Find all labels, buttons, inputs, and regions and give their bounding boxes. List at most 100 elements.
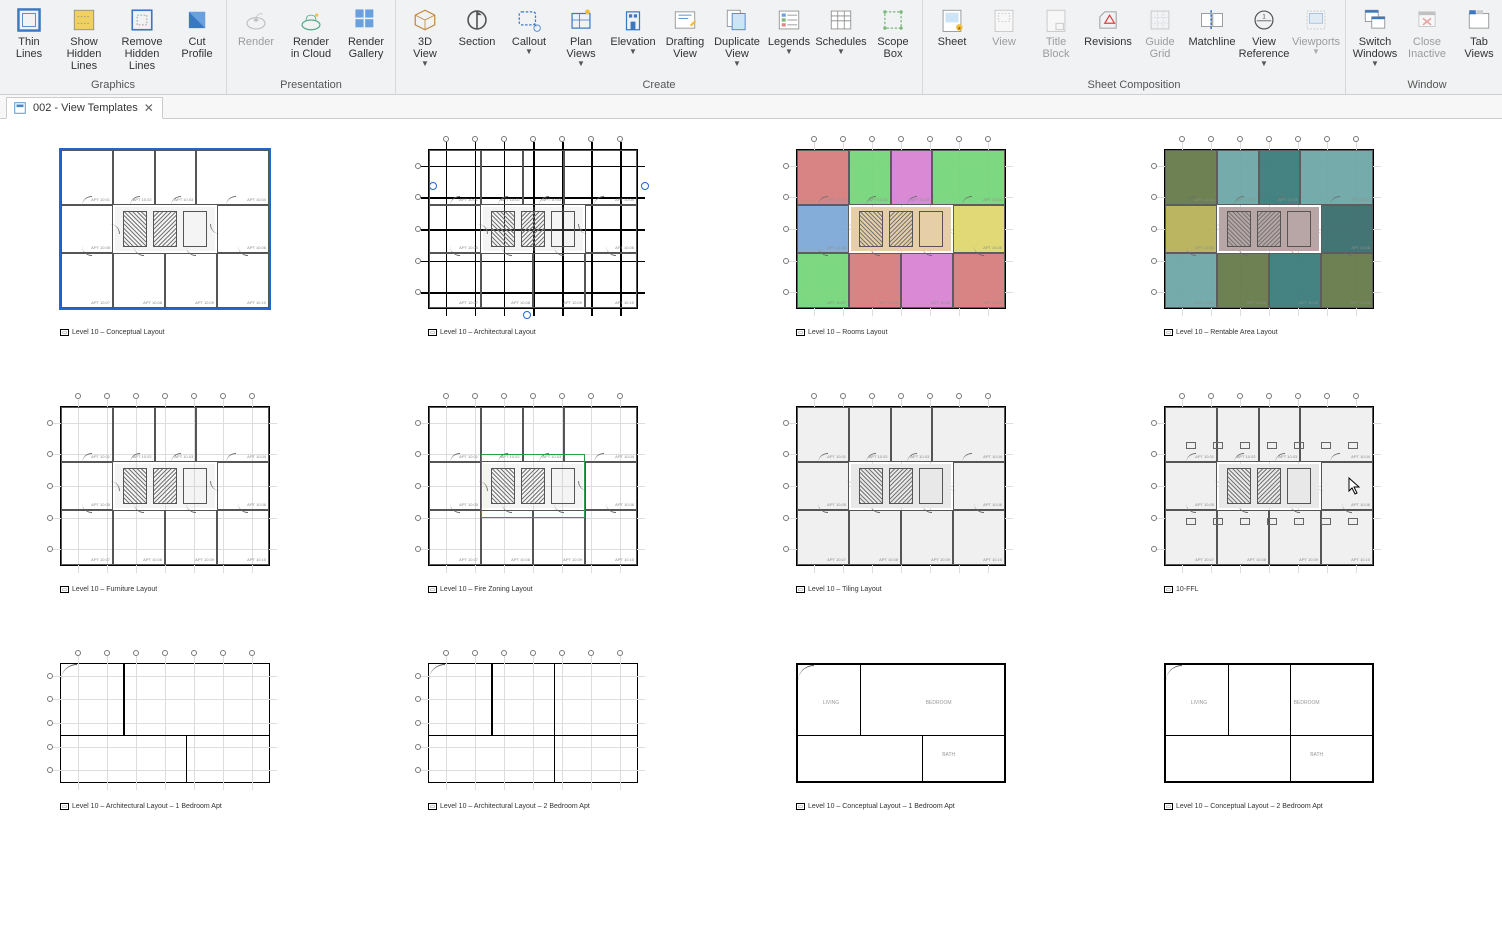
unit-label: APT 10.06 — [983, 245, 1002, 250]
thin-lines-button[interactable]: Thin Lines — [4, 2, 54, 64]
unit-room: APT 10.03 — [1259, 407, 1301, 462]
view-tab-bar: 002 - View Templates ✕ — [0, 95, 1502, 119]
switch-windows-label: Switch Windows — [1353, 36, 1398, 60]
unit-label: APT 10.08 — [879, 557, 898, 562]
elevation-button[interactable]: Elevation▼ — [608, 2, 658, 59]
unit-room: APT 10.04 — [1300, 150, 1373, 205]
unit-label: APT 10.04 — [983, 197, 1002, 202]
view-title: ▭Level 10 – Conceptual Layout – 2 Bedroo… — [1164, 803, 1442, 810]
view-title-text: Level 10 – Conceptual Layout – 2 Bedroom… — [1176, 803, 1323, 810]
render-cloud-button[interactable]: Render in Cloud — [283, 2, 339, 64]
section-button[interactable]: Section — [452, 2, 502, 52]
sheet-viewport[interactable]: APT 10.01APT 10.02APT 10.03APT 10.04APT … — [796, 406, 1074, 593]
plan-views-button[interactable]: Plan Views▼ — [556, 2, 606, 71]
unit-label: APT 10.10 — [247, 300, 266, 305]
floor-plan-view[interactable]: APT 10.01APT 10.02APT 10.03APT 10.04APT … — [428, 406, 638, 566]
floor-plan-view[interactable]: APT 10.01APT 10.02APT 10.03APT 10.04APT … — [428, 149, 638, 309]
tab-close-icon[interactable]: ✕ — [144, 101, 154, 115]
viewports-button: Viewports▼ — [1291, 2, 1341, 59]
dropdown-arrow-icon: ▼ — [1260, 61, 1268, 67]
cut-profile-icon — [183, 6, 211, 34]
render-cloud-icon — [297, 6, 325, 34]
sheet-viewport[interactable]: APT 10.01APT 10.02APT 10.03APT 10.04APT … — [60, 149, 338, 336]
sheet-viewport[interactable]: APT 10.01APT 10.02APT 10.03APT 10.04APT … — [1164, 406, 1442, 593]
unit-room: APT 10.04 — [1300, 407, 1373, 462]
scope-box-button[interactable]: Scope Box — [868, 2, 918, 64]
unit-label: APT 10.04 — [1351, 197, 1370, 202]
view-title-text: Level 10 – Rentable Area Layout — [1176, 329, 1278, 336]
sheet-viewport[interactable]: APT 10.01APT 10.02APT 10.03APT 10.04APT … — [428, 149, 706, 336]
floor-plan-view[interactable]: APT 10.01APT 10.02APT 10.03APT 10.04APT … — [796, 406, 1006, 566]
dropdown-arrow-icon: ▼ — [785, 49, 793, 55]
unit-room: APT 10.01 — [1165, 407, 1217, 462]
thin-lines-icon — [15, 6, 43, 34]
sheet-canvas[interactable]: APT 10.01APT 10.02APT 10.03APT 10.04APT … — [0, 119, 1502, 950]
matchline-button[interactable]: Matchline — [1187, 2, 1237, 52]
render-gallery-button[interactable]: Render Gallery — [341, 2, 391, 64]
title-block-button: Title Block — [1031, 2, 1081, 64]
unit-room: APT 10.09 — [533, 510, 585, 565]
sheet-viewport[interactable]: APT 10.01APT 10.02APT 10.03APT 10.04APT … — [796, 149, 1074, 336]
scope-box-label: Scope Box — [877, 36, 908, 60]
callout-button[interactable]: Callout▼ — [504, 2, 554, 59]
unit-room: APT 10.08 — [113, 510, 165, 565]
floor-plan-view[interactable]: APT 10.01APT 10.02APT 10.03APT 10.04APT … — [60, 149, 270, 309]
unit-room: APT 10.03 — [155, 150, 197, 205]
unit-room: APT 10.02 — [1217, 407, 1259, 462]
floor-plan-view[interactable] — [428, 663, 638, 783]
floor-plan-view[interactable]: APT 10.01APT 10.02APT 10.03APT 10.04APT … — [60, 406, 270, 566]
unit-label: APT 10.09 — [563, 557, 582, 562]
unit-room: APT 10.09 — [165, 510, 217, 565]
3d-view-button[interactable]: 3D View▼ — [400, 2, 450, 71]
floor-plan-view[interactable]: APT 10.01APT 10.02APT 10.03APT 10.04APT … — [1164, 406, 1374, 566]
render-button: Render — [231, 2, 281, 52]
unit-room: APT 10.04 — [564, 150, 637, 205]
unit-room: APT 10.09 — [901, 510, 953, 565]
unit-label: APT 10.08 — [143, 300, 162, 305]
view-reference-button[interactable]: 1View Reference▼ — [1239, 2, 1289, 71]
view-title: ▭Level 10 – Furniture Layout — [60, 586, 338, 593]
legends-icon — [775, 6, 803, 34]
floor-plan-view[interactable]: BEDROOMLIVINGBATH — [796, 663, 1006, 783]
unit-room: APT 10.02 — [113, 407, 155, 462]
unit-room: APT 10.04 — [196, 150, 269, 205]
viewport-tag-icon: ▭ — [428, 803, 437, 810]
show-hidden-button[interactable]: Show Hidden Lines — [56, 2, 112, 76]
sheet-viewport[interactable]: APT 10.01APT 10.02APT 10.03APT 10.04APT … — [60, 406, 338, 593]
unit-label: APT 10.04 — [247, 454, 266, 459]
cut-profile-button[interactable]: Cut Profile — [172, 2, 222, 64]
duplicate-view-button[interactable]: Duplicate View▼ — [712, 2, 762, 71]
ribbon-group-window: Switch Windows▼Close InactiveTab ViewsWi… — [1346, 0, 1502, 94]
unit-room: APT 10.07 — [1165, 253, 1217, 308]
legends-button[interactable]: Legends▼ — [764, 2, 814, 59]
floor-plan-view[interactable]: APT 10.01APT 10.02APT 10.03APT 10.04APT … — [796, 149, 1006, 309]
ribbon: Thin LinesShow Hidden LinesRemove Hidden… — [0, 0, 1502, 95]
switch-windows-button[interactable]: Switch Windows▼ — [1350, 2, 1400, 71]
sheet-viewport[interactable]: APT 10.01APT 10.02APT 10.03APT 10.04APT … — [428, 406, 706, 593]
sheet-icon: ★ — [938, 6, 966, 34]
view-button: View — [979, 2, 1029, 52]
unit-label: APT 10.04 — [247, 197, 266, 202]
sheet-viewport[interactable]: ▭Level 10 – Architectural Layout – 2 Bed… — [428, 663, 706, 810]
unit-room: APT 10.03 — [891, 150, 933, 205]
tab-views-button[interactable]: Tab Views — [1454, 2, 1502, 64]
floor-plan-view[interactable]: APT 10.01APT 10.02APT 10.03APT 10.04APT … — [1164, 149, 1374, 309]
sheet-viewport[interactable]: ▭Level 10 – Architectural Layout – 1 Bed… — [60, 663, 338, 810]
floor-plan-view[interactable] — [60, 663, 270, 783]
unit-label: APT 10.07 — [827, 300, 846, 305]
dropdown-arrow-icon: ▼ — [577, 61, 585, 67]
view-reference-icon: 1 — [1250, 6, 1278, 34]
remove-hidden-button[interactable]: Remove Hidden Lines — [114, 2, 170, 76]
unit-room: APT 10.09 — [1269, 253, 1321, 308]
floor-plan-view[interactable]: BEDROOMLIVINGBATH — [1164, 663, 1374, 783]
sheet-viewport[interactable]: APT 10.01APT 10.02APT 10.03APT 10.04APT … — [1164, 149, 1442, 336]
active-view-tab[interactable]: 002 - View Templates ✕ — [6, 97, 163, 119]
ribbon-group-create: 3D View▼SectionCallout▼Plan Views▼Elevat… — [396, 0, 923, 94]
schedules-button[interactable]: Schedules▼ — [816, 2, 866, 59]
sheet-button[interactable]: ★Sheet — [927, 2, 977, 52]
sheet-viewport[interactable]: BEDROOMLIVINGBATH ▭Level 10 – Conceptual … — [1164, 663, 1442, 810]
sheet-viewport[interactable]: BEDROOMLIVINGBATH▭Level 10 – Conceptual … — [796, 663, 1074, 810]
drafting-view-button[interactable]: Drafting View — [660, 2, 710, 64]
revisions-button[interactable]: Revisions — [1083, 2, 1133, 52]
unit-label: APT 10.05 — [459, 245, 478, 250]
